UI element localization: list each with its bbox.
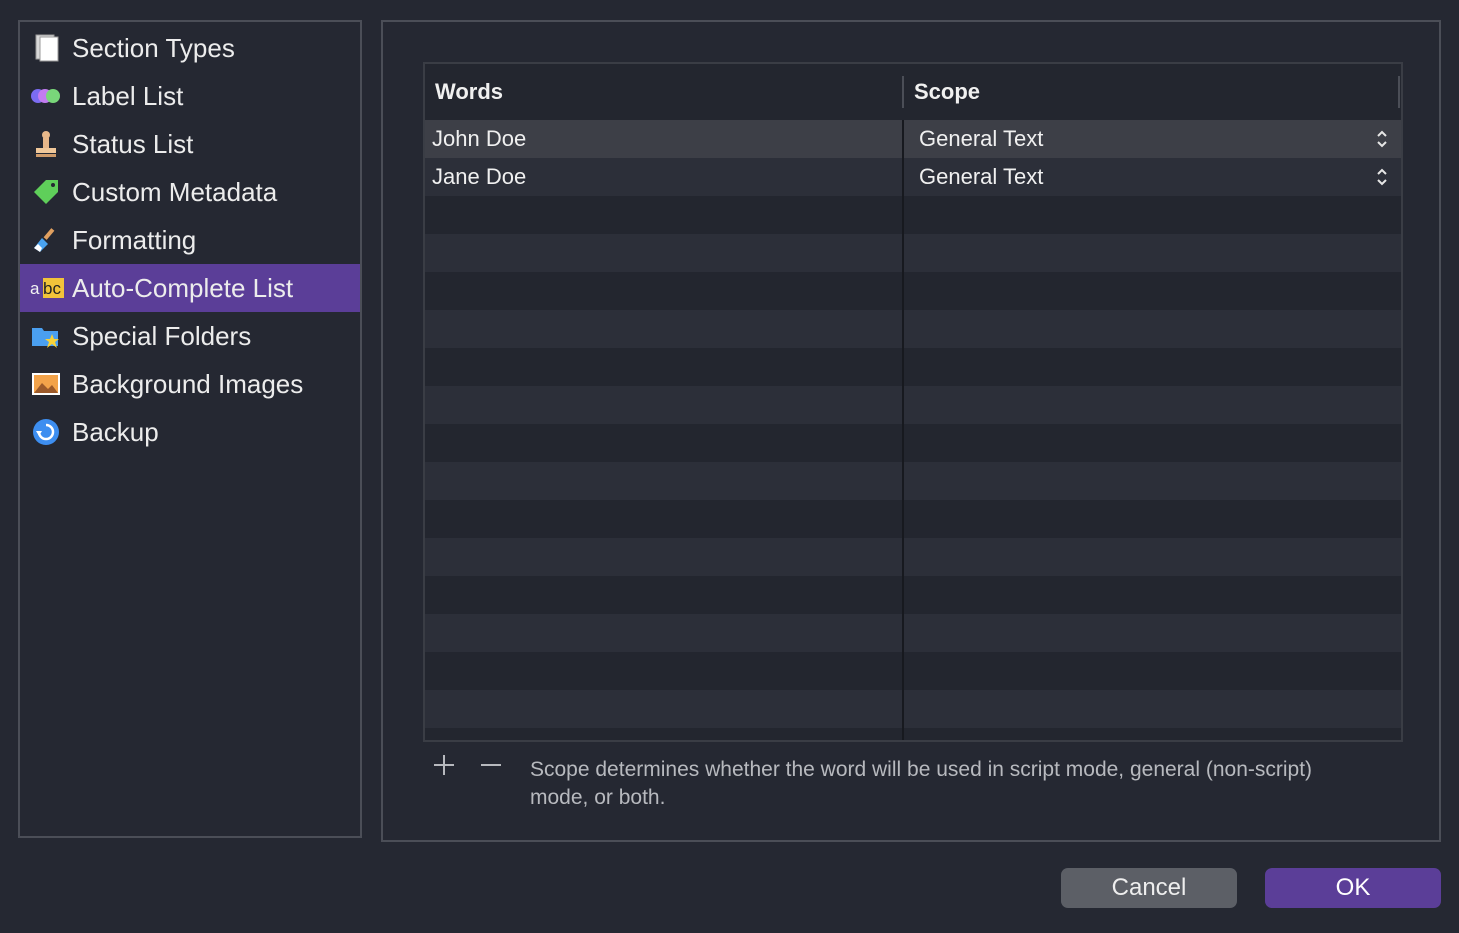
sidebar-item-label: Auto-Complete List	[72, 272, 294, 303]
sidebar-item-label: Background Images	[72, 368, 304, 399]
empty-row	[425, 462, 1401, 500]
empty-row	[425, 538, 1401, 576]
empty-row	[425, 690, 1401, 728]
empty-row	[425, 614, 1401, 652]
backup-icon	[33, 419, 59, 445]
empty-row	[425, 728, 1401, 740]
sidebar-item-backup[interactable]: Backup	[20, 408, 360, 456]
scope-column-header[interactable]: Scope	[914, 64, 980, 120]
section-types-icon	[35, 34, 59, 62]
empty-row	[425, 576, 1401, 614]
chevron-up-down-icon[interactable]	[1375, 129, 1389, 149]
empty-row	[425, 272, 1401, 310]
sidebar-item-formatting[interactable]: Formatting	[20, 216, 360, 264]
sidebar-item-label: Special Folders	[72, 320, 252, 351]
table-row[interactable]: Jane Doe General Text	[425, 158, 1401, 196]
svg-text:bc: bc	[43, 279, 61, 298]
sidebar-item-label-list[interactable]: Label List	[20, 72, 360, 120]
table-header: Words Scope	[425, 64, 1401, 121]
sidebar-item-custom-metadata[interactable]: Custom Metadata	[20, 168, 360, 216]
column-divider	[1398, 76, 1400, 108]
chevron-up-down-icon[interactable]	[1375, 167, 1389, 187]
ok-button[interactable]: OK	[1265, 868, 1441, 908]
empty-row	[425, 500, 1401, 538]
sidebar-item-status-list[interactable]: Status List	[20, 120, 360, 168]
empty-row	[425, 196, 1401, 234]
scope-select[interactable]: General Text	[919, 158, 1043, 196]
sidebar-item-label: Formatting	[72, 224, 197, 255]
sidebar-item-label: Label List	[72, 80, 184, 111]
paintbrush-icon	[34, 228, 55, 252]
sidebar-item-label: Status List	[72, 128, 194, 159]
sidebar-item-auto-complete-list[interactable]: a bc Auto-Complete List	[20, 264, 360, 312]
sidebar-item-label: Section Types	[72, 32, 235, 63]
sidebar-item-section-types[interactable]: Section Types	[20, 24, 360, 72]
sidebar-item-background-images[interactable]: Background Images	[20, 360, 360, 408]
table-row[interactable]: John Doe General Text	[425, 120, 1401, 158]
sidebar: Section Types Label List Status List Cus…	[18, 20, 362, 838]
column-separator	[902, 120, 904, 740]
image-icon	[32, 373, 60, 395]
empty-row	[425, 234, 1401, 272]
folder-star-icon	[32, 328, 59, 348]
scope-select[interactable]: General Text	[919, 120, 1043, 158]
sidebar-item-special-folders[interactable]: Special Folders	[20, 312, 360, 360]
empty-row	[425, 386, 1401, 424]
empty-row	[425, 424, 1401, 462]
main-panel: Words Scope John Doe General Text Jane D…	[381, 20, 1441, 842]
cancel-button[interactable]: Cancel	[1061, 868, 1237, 908]
column-divider	[902, 76, 904, 108]
svg-text:a: a	[30, 279, 40, 298]
abc-icon: a bc	[30, 278, 64, 298]
empty-row	[425, 652, 1401, 690]
words-column-header[interactable]: Words	[435, 64, 503, 120]
add-word-button[interactable]	[431, 752, 457, 778]
word-cell[interactable]: Jane Doe	[432, 158, 526, 196]
scope-hint-text: Scope determines whether the word will b…	[530, 758, 1313, 809]
sidebar-item-label: Backup	[72, 416, 159, 447]
word-cell[interactable]: John Doe	[432, 120, 526, 158]
sidebar-item-label: Custom Metadata	[72, 176, 278, 207]
status-stamp-icon	[36, 131, 56, 157]
remove-word-button[interactable]	[478, 752, 504, 778]
label-list-icon	[31, 89, 60, 103]
empty-row	[425, 348, 1401, 386]
empty-row	[425, 310, 1401, 348]
tag-icon	[34, 180, 58, 204]
words-table[interactable]: Words Scope John Doe General Text Jane D…	[423, 62, 1403, 742]
